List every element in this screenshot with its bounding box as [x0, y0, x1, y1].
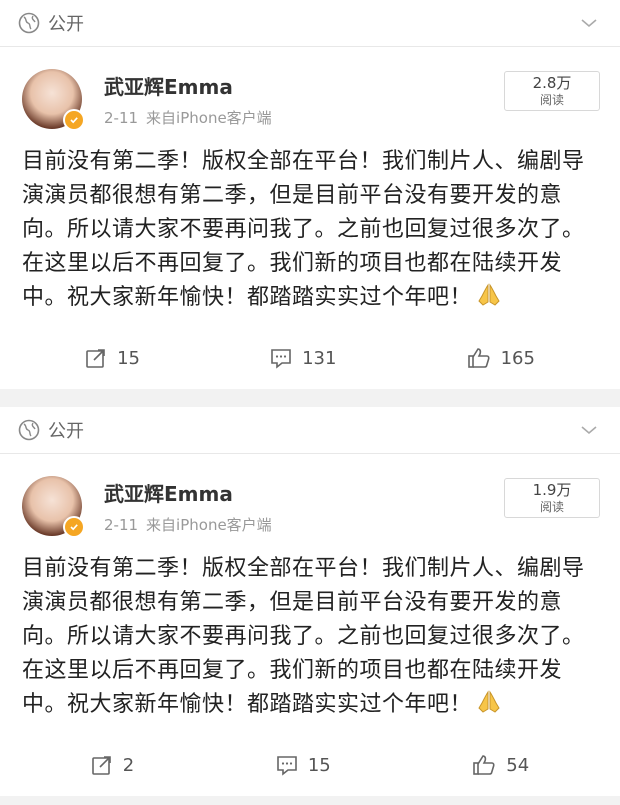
- repost-button[interactable]: 2: [91, 754, 134, 776]
- post-meta: 2-11 来自iPhone客户端: [104, 514, 272, 535]
- verified-badge-icon: [63, 516, 85, 538]
- visibility-label: 公开: [48, 421, 84, 442]
- post-date: 2-11: [104, 516, 139, 534]
- thumbs-up-icon: [467, 348, 490, 368]
- comment-count: 131: [302, 347, 337, 369]
- like-count: 54: [506, 754, 530, 776]
- read-label: 阅读: [539, 500, 564, 514]
- post-content: 目前没有第二季！版权全部在平台！我们制片人、编剧导演演员都很想有第二季，但是目前…: [22, 552, 600, 722]
- globe-icon: [18, 419, 40, 441]
- folded-hands-icon: [476, 689, 502, 715]
- folded-hands-icon: [476, 282, 502, 308]
- weibo-post: 公开 武亚辉Emma 2-11 来自iPhone客户端 2.8万 阅读 目前没有…: [0, 0, 620, 389]
- post-source: 来自iPhone客户端: [146, 516, 272, 534]
- avatar[interactable]: [22, 476, 85, 538]
- visibility-label: 公开: [48, 14, 84, 35]
- post-actions: 2 15 54: [0, 734, 620, 796]
- chevron-down-icon[interactable]: [580, 14, 598, 32]
- globe-icon: [18, 12, 40, 34]
- comment-button[interactable]: 15: [276, 754, 331, 776]
- thumbs-up-icon: [473, 755, 495, 775]
- chevron-down-icon[interactable]: [580, 421, 598, 439]
- verified-badge-icon: [63, 109, 85, 131]
- read-count-box: 2.8万 阅读: [504, 71, 600, 111]
- like-button[interactable]: 54: [472, 754, 529, 776]
- read-count: 2.8万: [532, 74, 572, 92]
- post-visibility-bar: 公开: [0, 0, 620, 47]
- like-button[interactable]: 165: [467, 347, 535, 369]
- repost-button[interactable]: 15: [85, 347, 140, 369]
- comment-button[interactable]: 131: [270, 347, 336, 369]
- repost-icon: [91, 756, 111, 775]
- post-visibility-bar: 公开: [0, 407, 620, 454]
- avatar[interactable]: [22, 69, 85, 131]
- post-source: 来自iPhone客户端: [146, 109, 272, 127]
- post-content: 目前没有第二季！版权全部在平台！我们制片人、编剧导演演员都很想有第二季，但是目前…: [22, 145, 600, 315]
- like-count: 165: [500, 347, 535, 369]
- author-name[interactable]: 武亚辉Emma: [104, 480, 272, 508]
- repost-count: 2: [122, 754, 135, 776]
- comment-icon: [271, 349, 291, 369]
- repost-icon: [86, 349, 105, 368]
- comment-count: 15: [307, 754, 331, 776]
- read-count-box: 1.9万 阅读: [504, 478, 600, 518]
- post-date: 2-11: [104, 109, 139, 127]
- repost-count: 15: [117, 347, 140, 369]
- post-meta: 2-11 来自iPhone客户端: [104, 107, 272, 128]
- read-count: 1.9万: [532, 481, 572, 499]
- author-name[interactable]: 武亚辉Emma: [104, 73, 272, 101]
- post-actions: 15 131 165: [0, 327, 620, 389]
- read-label: 阅读: [539, 93, 564, 107]
- weibo-post: 公开 武亚辉Emma 2-11 来自iPhone客户端 1.9万 阅读 目前没有…: [0, 407, 620, 796]
- comment-icon: [277, 756, 297, 776]
